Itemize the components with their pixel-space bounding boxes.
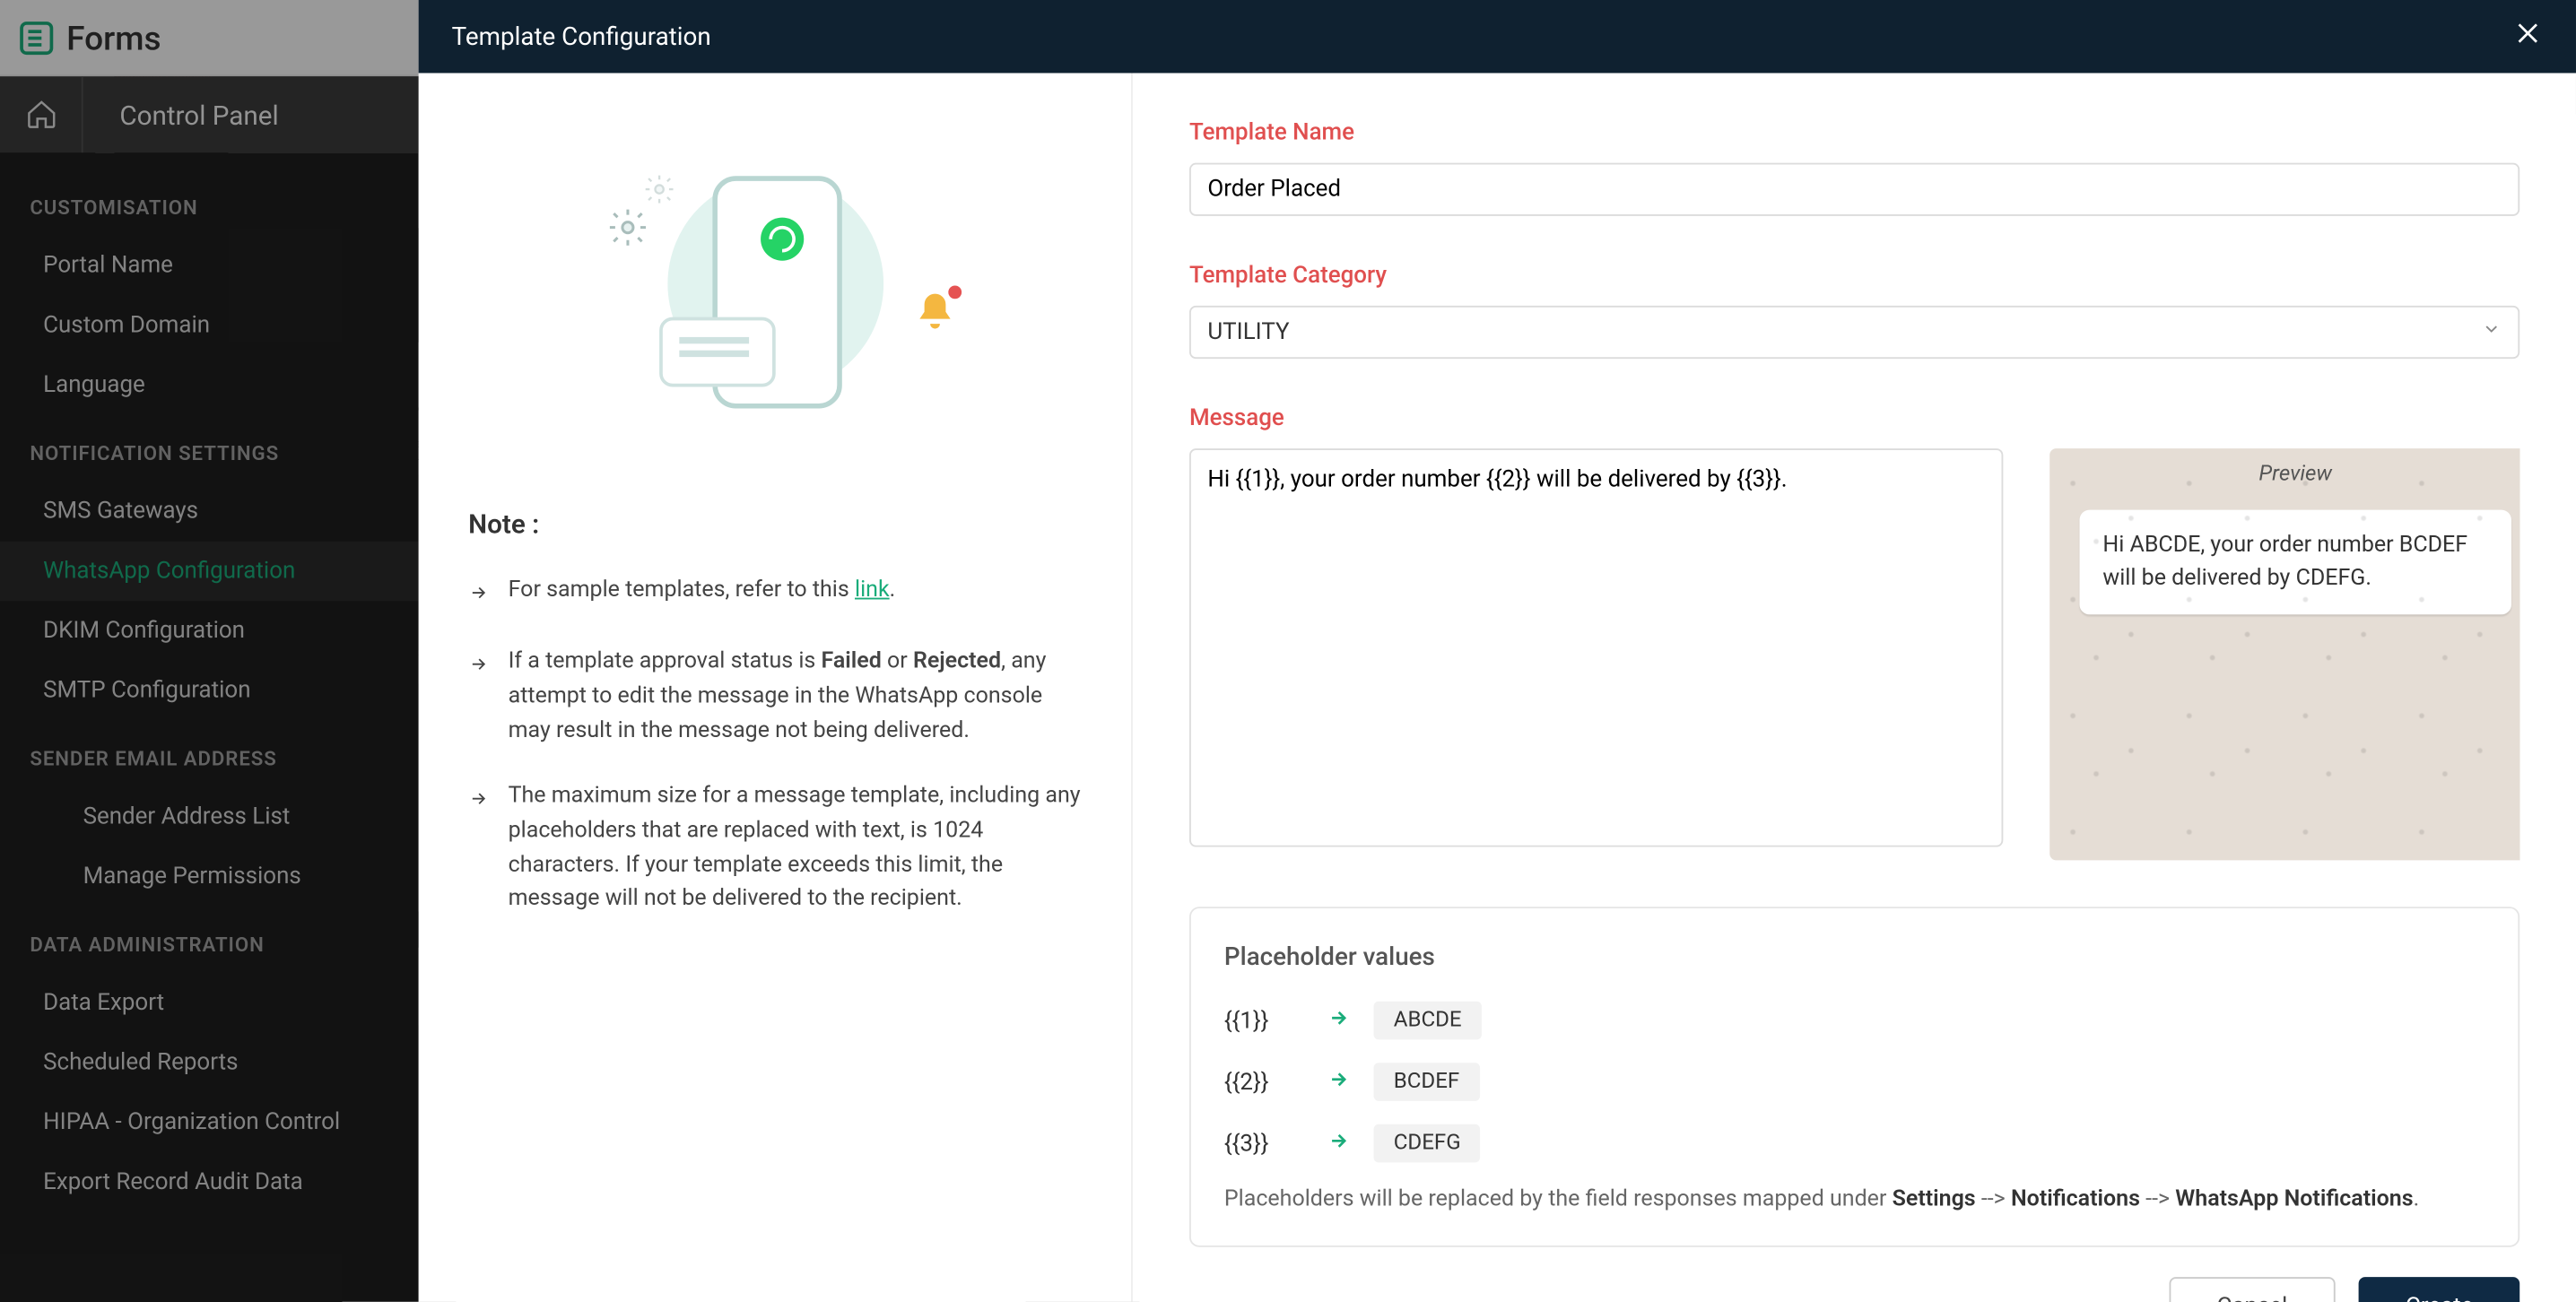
placeholder-value: ABCDE [1373,1002,1481,1040]
preview-title: Preview [2049,448,2519,499]
message-textarea[interactable] [1189,448,2003,846]
preview-message: Hi ABCDE, your order number BCDEF will b… [2079,509,2511,614]
arrow-right-icon [1327,1005,1351,1035]
preview-panel: Preview Hi ABCDE, your order number BCDE… [2049,448,2519,860]
arrow-right-icon [1327,1128,1351,1158]
close-icon[interactable] [2513,18,2543,55]
placeholder-title: Placeholder values [1224,942,2485,971]
chevron-down-icon [2481,319,2501,346]
modal-footer: Cancel Create [1189,1247,2519,1302]
arrow-right-icon [468,785,488,917]
arrow-right-icon [1327,1067,1351,1097]
arrow-right-icon [468,651,488,749]
template-category-select[interactable]: UTILITY [1189,306,2519,359]
note-heading: Note : [468,508,1081,540]
sample-link[interactable]: link [855,577,890,603]
placeholder-value: BCDEF [1373,1063,1479,1101]
cancel-button[interactable]: Cancel [2169,1277,2336,1302]
gear-icon [642,173,675,206]
message-label: Message [1189,405,2519,432]
note-column: Note : For sample templates, refer to th… [419,73,1133,1301]
create-button[interactable]: Create [2359,1277,2519,1302]
modal-header: Template Configuration [419,0,2576,73]
gear-icon [605,206,648,249]
whatsapp-icon [760,218,803,261]
bell-icon [911,289,958,335]
placeholder-token: {{2}} [1224,1069,1304,1096]
note-item: For sample templates, refer to this link… [468,573,1081,614]
placeholder-row: {{1}} ABCDE [1224,1002,2485,1040]
template-name-label: Template Name [1189,119,2519,146]
placeholder-token: {{1}} [1224,1007,1304,1034]
placeholder-values-box: Placeholder values {{1}} ABCDE {{2}} BCD… [1189,907,2519,1247]
note-item: The maximum size for a message template,… [468,778,1081,917]
modal-title: Template Configuration [452,22,711,51]
template-category-value: UTILITY [1207,319,1289,346]
arrow-right-icon [468,579,488,614]
template-category-label: Template Category [1189,263,2519,290]
placeholder-row: {{2}} BCDEF [1224,1063,2485,1101]
placeholder-value: CDEFG [1373,1124,1480,1163]
placeholder-note: Placeholders will be replaced by the fie… [1224,1185,2485,1212]
placeholder-row: {{3}} CDEFG [1224,1124,2485,1163]
whatsapp-illustration [592,160,957,442]
note-item: If a template approval status is Failed … [468,644,1081,748]
placeholder-token: {{3}} [1224,1130,1304,1157]
template-name-input[interactable] [1189,162,2519,215]
template-config-modal: Template Configuration Note : For sample… [419,0,2576,1302]
